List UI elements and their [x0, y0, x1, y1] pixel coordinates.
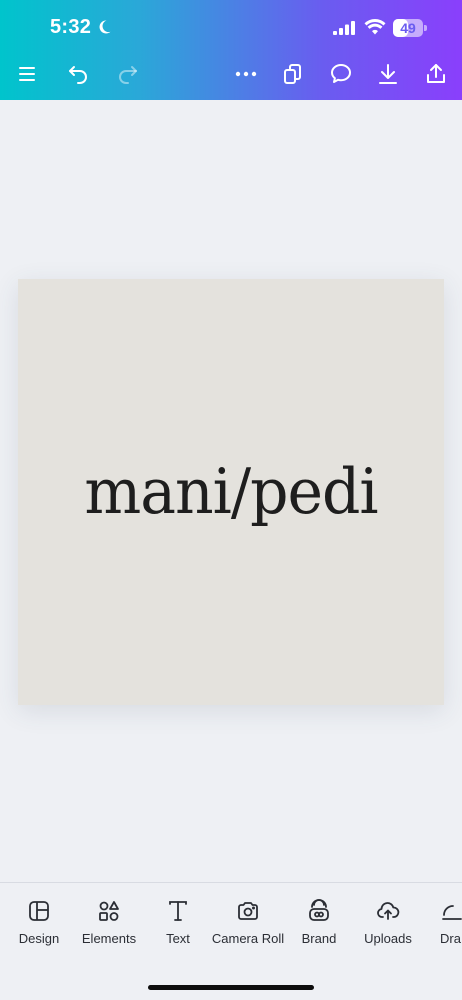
design-icon — [29, 901, 49, 921]
draw-icon — [442, 905, 462, 920]
more-icon — [235, 71, 257, 77]
pages-icon — [284, 64, 301, 84]
nav-design-label: Design — [18, 931, 60, 946]
comment-button[interactable] — [325, 58, 357, 90]
menu-icon — [19, 67, 35, 81]
nav-draw[interactable]: Dra — [440, 899, 462, 955]
home-indicator — [148, 985, 314, 990]
moon-icon — [99, 20, 111, 34]
nav-draw-label: Dra — [440, 931, 461, 946]
brand-icon — [309, 899, 329, 921]
nav-text-label: Text — [166, 931, 190, 946]
nav-elements-label: Elements — [81, 931, 137, 946]
camera-icon — [238, 902, 258, 920]
nav-design[interactable]: Design — [14, 899, 64, 955]
download-icon — [379, 64, 397, 84]
download-button[interactable] — [372, 58, 404, 90]
top-bar: 5:32 49 — [0, 0, 462, 100]
upload-cloud-icon — [377, 902, 400, 920]
comment-icon — [331, 64, 351, 83]
redo-button[interactable] — [112, 58, 144, 90]
undo-button[interactable] — [62, 58, 94, 90]
share-button[interactable] — [420, 58, 452, 90]
status-bar: 5:32 49 — [0, 14, 462, 44]
share-icon — [427, 64, 445, 83]
elements-icon — [99, 901, 119, 921]
nav-uploads[interactable]: Uploads — [360, 899, 416, 955]
battery-percent: 49 — [400, 20, 416, 36]
nav-camera-roll[interactable]: Camera Roll — [211, 899, 285, 955]
nav-brand-label: Brand — [301, 931, 337, 946]
undo-icon — [69, 66, 87, 84]
wifi-icon — [364, 19, 386, 35]
nav-camera-roll-label: Camera Roll — [211, 931, 285, 946]
status-time: 5:32 — [50, 16, 92, 38]
nav-elements[interactable]: Elements — [78, 899, 140, 955]
canvas-text-element[interactable]: mani/pedi — [84, 455, 378, 529]
nav-text[interactable]: Text — [158, 899, 198, 955]
battery-indicator: 49 — [393, 19, 427, 37]
cellular-signal-icon — [333, 21, 355, 35]
menu-button[interactable] — [11, 58, 43, 90]
redo-icon — [119, 66, 137, 84]
nav-uploads-label: Uploads — [364, 931, 412, 946]
bottom-navigation: Design Elements Text Camera Roll Brand U… — [0, 882, 462, 1000]
more-options-button[interactable] — [230, 58, 262, 90]
nav-brand[interactable]: Brand — [297, 899, 341, 955]
design-canvas[interactable]: mani/pedi — [18, 279, 444, 705]
text-icon — [169, 901, 187, 921]
pages-button[interactable] — [277, 58, 309, 90]
